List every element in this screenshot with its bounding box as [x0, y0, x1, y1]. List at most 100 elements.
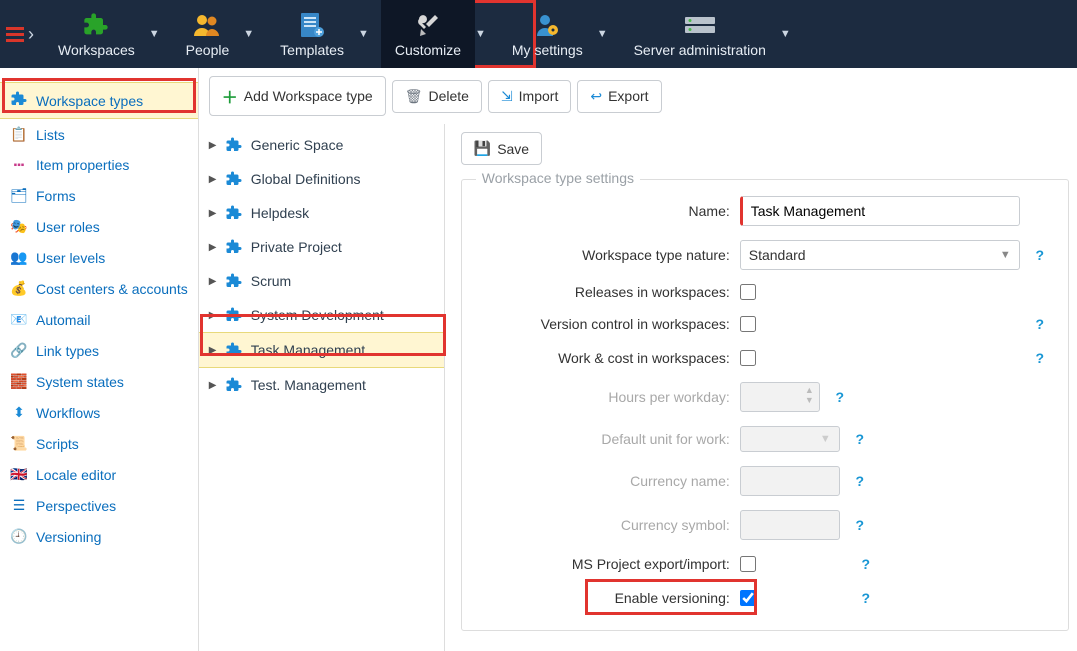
chevron-down-icon[interactable]: ▼ [597, 28, 608, 40]
type-item[interactable]: ▶Private Project [199, 230, 444, 264]
type-item[interactable]: ▶Generic Space [199, 128, 444, 162]
nav-mysettings[interactable]: My settings [498, 0, 597, 68]
select-value: Standard [749, 247, 806, 263]
plus-icon: ＋ [222, 84, 238, 108]
nav-serveradmin[interactable]: Server administration [620, 0, 780, 68]
help-icon[interactable]: ? [830, 387, 850, 407]
vcs-checkbox[interactable] [740, 316, 756, 332]
sidebar-item-workspace-types[interactable]: Workspace types [0, 82, 198, 119]
chevron-down-icon[interactable]: ▼ [243, 28, 254, 40]
label-currname: Currency name: [480, 473, 730, 489]
msproj-checkbox[interactable] [740, 556, 756, 572]
sidebar-item-cost-centers[interactable]: 💰Cost centers & accounts [0, 273, 198, 304]
help-icon[interactable]: ? [1030, 348, 1050, 368]
type-item[interactable]: ▶ Scrum [199, 264, 444, 298]
export-button[interactable]: ↩Export [577, 80, 661, 113]
puzzle-icon [10, 90, 28, 111]
sidebar-item-user-levels[interactable]: 👥User levels [0, 242, 198, 273]
sidebar-item-user-roles[interactable]: 🎭User roles [0, 211, 198, 242]
chevron-down-icon[interactable]: ▼ [149, 28, 160, 40]
unit-select: ▼ [740, 426, 840, 452]
sidebar-item-scripts[interactable]: 📜Scripts [0, 428, 198, 459]
puzzle-icon [225, 376, 243, 394]
save-button[interactable]: 💾Save [461, 132, 542, 165]
type-label: Task Management [251, 342, 365, 358]
chevron-down-icon[interactable]: ▼ [358, 28, 369, 40]
type-item[interactable]: ▶Helpdesk [199, 196, 444, 230]
users-icon: 👥 [10, 249, 28, 266]
workflow-icon: ⬍ [10, 404, 28, 421]
puzzle-icon [225, 306, 243, 324]
type-item[interactable]: ▶ System Development [199, 298, 444, 332]
import-button[interactable]: ⇲ Import [488, 80, 571, 113]
save-icon: 💾 [474, 140, 491, 157]
link-icon: 🔗 [10, 342, 28, 359]
sidebar-item-workflows[interactable]: ⬍Workflows [0, 397, 198, 428]
nav-templates[interactable]: Templates [266, 0, 358, 68]
label-versioning: Enable versioning: [480, 590, 730, 606]
sidebar-item-forms[interactable]: 🗂Forms [0, 180, 198, 211]
import-icon: ⇲ [501, 88, 513, 105]
label-workcost: Work & cost in workspaces: [480, 350, 730, 366]
sidebar-label: Automail [36, 312, 90, 328]
add-workspace-type-button[interactable]: ＋ Add Workspace type [209, 76, 386, 116]
puzzle-icon [225, 272, 243, 290]
workcost-checkbox[interactable] [740, 350, 756, 366]
type-label: Scrum [251, 273, 291, 289]
nav-workspaces[interactable]: Workspaces [44, 0, 149, 68]
sidebar-label: Lists [36, 127, 65, 143]
caret-right-icon: ▶ [209, 276, 217, 287]
help-icon[interactable]: ? [850, 515, 870, 535]
puzzle-icon [225, 136, 243, 154]
sidebar-item-versioning[interactable]: 🕘Versioning [0, 521, 198, 552]
sidebar-item-locale[interactable]: 🇬🇧Locale editor [0, 459, 198, 490]
help-icon[interactable]: ? [856, 554, 876, 574]
chevron-down-icon: ▼ [1000, 249, 1011, 261]
sidebar-label: Versioning [36, 529, 101, 545]
chevron-down-icon[interactable]: ▼ [780, 28, 791, 40]
sidebar-item-link-types[interactable]: 🔗Link types [0, 335, 198, 366]
money-icon: 💰 [10, 280, 28, 297]
button-label: Import [519, 88, 559, 104]
chevron-right-icon[interactable]: › [28, 24, 34, 45]
left-sidebar: Workspace types 📋Lists ▪▪▪Item propertie… [0, 68, 199, 651]
help-icon[interactable]: ? [1030, 314, 1050, 334]
sidebar-label: Perspectives [36, 498, 116, 514]
caret-right-icon: ▶ [209, 140, 217, 151]
puzzle-icon [225, 341, 243, 359]
type-item[interactable]: ▶Global Definitions [199, 162, 444, 196]
versioning-checkbox[interactable] [740, 590, 756, 606]
delete-button[interactable]: 🗑Delete [392, 80, 482, 113]
mask-icon: 🎭 [10, 218, 28, 235]
type-item[interactable]: ▶Test. Management [199, 368, 444, 402]
puzzle-icon [225, 170, 243, 188]
top-navigation: › Workspaces ▼ People ▼ Templates ▼ Cust… [0, 0, 1077, 68]
help-icon[interactable]: ? [856, 588, 876, 608]
sidebar-item-system-states[interactable]: 🧱System states [0, 366, 198, 397]
form-icon: 🗂 [10, 187, 28, 204]
nav-customize[interactable]: Customize [381, 0, 475, 68]
label-hours: Hours per workday: [480, 389, 730, 405]
menu-icon[interactable] [6, 27, 24, 42]
mail-icon: 📧 [10, 311, 28, 328]
nav-people[interactable]: People [172, 0, 244, 68]
releases-checkbox[interactable] [740, 284, 756, 300]
nature-select[interactable]: Standard ▼ [740, 240, 1020, 270]
sidebar-label: Item properties [36, 157, 129, 173]
type-item[interactable]: ▶Task Management [199, 332, 444, 368]
label-msproj: MS Project export/import: [480, 556, 730, 572]
caret-right-icon: ▶ [209, 310, 217, 321]
help-icon[interactable]: ? [1030, 245, 1050, 265]
type-label: System Development [251, 307, 384, 323]
sidebar-item-perspectives[interactable]: ☰Perspectives [0, 490, 198, 521]
type-list: ▶Generic Space▶Global Definitions▶Helpde… [199, 124, 445, 651]
sidebar-item-item-properties[interactable]: ▪▪▪Item properties [0, 150, 198, 180]
name-input[interactable] [740, 196, 1020, 226]
label-currsym: Currency symbol: [480, 517, 730, 533]
help-icon[interactable]: ? [850, 471, 870, 491]
chevron-down-icon[interactable]: ▼ [475, 28, 486, 40]
sidebar-item-automail[interactable]: 📧 Automail [0, 304, 198, 335]
button-label: Add Workspace type [244, 88, 373, 104]
help-icon[interactable]: ? [850, 429, 870, 449]
sidebar-item-lists[interactable]: 📋Lists [0, 119, 198, 150]
